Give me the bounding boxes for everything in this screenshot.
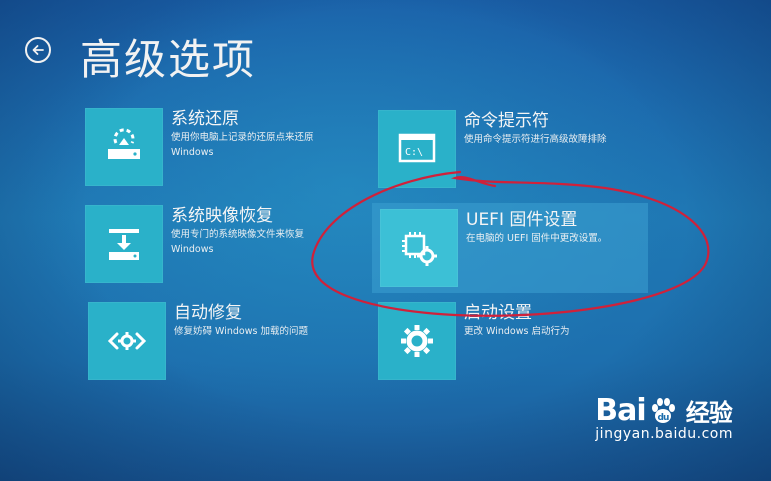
command-prompt-icon-text: C:\ [405,147,423,158]
tile-title: 自动修复 [174,303,242,323]
uefi-chip-gear-icon [380,209,458,287]
tile-command-prompt[interactable]: C:\ 命令提示符 使用命令提示符进行高级故障排除 [378,110,607,188]
watermark-logo: Bai du 经验 [595,393,733,428]
back-arrow-icon [32,45,44,55]
tile-title: 命令提示符 [464,111,549,131]
tile-description: 使用命令提示符进行高级故障排除 [464,134,607,145]
tile-title: UEFI 固件设置 [466,210,578,230]
tile-description: 使用专门的系统映像文件来恢复 [171,229,305,240]
tile-description-line2: Windows [171,147,214,158]
tile-title: 启动设置 [464,303,532,323]
gear-icon [378,302,456,380]
command-prompt-icon: C:\ [378,110,456,188]
tile-title: 系统还原 [171,109,239,129]
tile-title: 系统映像恢复 [171,206,273,226]
image-recovery-icon [85,205,163,283]
baidu-paw-icon: du [651,397,675,423]
tile-description: 修复妨碍 Windows 加载的问题 [174,326,308,337]
startup-repair-icon [88,302,166,380]
watermark-url: jingyan.baidu.com [595,426,733,442]
tile-startup-settings[interactable]: 启动设置 更改 Windows 启动行为 [378,302,569,380]
tile-description: 更改 Windows 启动行为 [464,326,570,337]
tile-description-line2: Windows [171,244,214,255]
tile-description: 在电脑的 UEFI 固件中更改设置。 [466,233,608,244]
svg-text:du: du [657,413,668,423]
page-title: 高级选项 [80,35,257,84]
baidu-jingyan-watermark: Bai du 经验 jingyan.baidu.com [595,393,733,442]
tile-system-image-recovery[interactable]: 系统映像恢复 使用专门的系统映像文件来恢复 Windows [85,205,304,283]
back-button[interactable] [25,37,51,63]
restore-icon [85,108,163,186]
tile-description: 使用你电脑上记录的还原点来还原 [171,132,314,143]
tile-startup-repair[interactable]: 自动修复 修复妨碍 Windows 加载的问题 [88,302,308,380]
watermark-logo-left: Bai [595,393,646,428]
watermark-logo-right: 经验 [685,399,733,427]
tile-system-restore[interactable]: 系统还原 使用你电脑上记录的还原点来还原 Windows [85,108,314,186]
tile-uefi-settings[interactable]: UEFI 固件设置 在电脑的 UEFI 固件中更改设置。 [372,203,648,293]
